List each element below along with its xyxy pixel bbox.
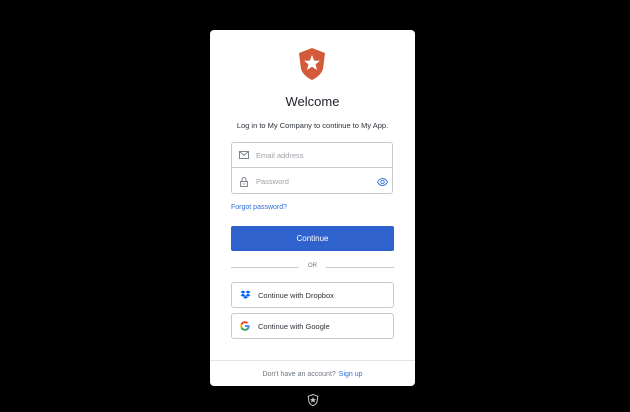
company-logo-icon bbox=[299, 48, 325, 80]
password-input[interactable] bbox=[256, 171, 372, 192]
google-button-label: Continue with Google bbox=[258, 321, 330, 331]
continue-with-google-button[interactable]: Continue with Google bbox=[231, 313, 394, 339]
divider-line-right bbox=[326, 267, 394, 268]
dropbox-icon bbox=[232, 290, 258, 300]
signup-prompt: Don't have an account? bbox=[262, 370, 336, 378]
email-input[interactable] bbox=[256, 145, 392, 165]
google-icon bbox=[232, 321, 258, 331]
login-card: Welcome Log in to My Company to continue… bbox=[210, 30, 415, 386]
dropbox-button-label: Continue with Dropbox bbox=[258, 290, 334, 300]
lock-icon bbox=[232, 176, 256, 187]
mail-icon bbox=[232, 151, 256, 159]
footer-shield-icon bbox=[307, 394, 319, 406]
divider-label: OR bbox=[308, 263, 317, 269]
eye-icon[interactable] bbox=[372, 177, 392, 186]
password-field-row bbox=[232, 169, 392, 194]
email-field-row bbox=[232, 143, 392, 168]
forgot-password-link[interactable]: Forgot password? bbox=[231, 204, 287, 211]
page-title: Welcome bbox=[285, 94, 340, 109]
credentials-group bbox=[231, 142, 393, 194]
page-subtitle: Log in to My Company to continue to My A… bbox=[236, 121, 389, 130]
continue-button[interactable]: Continue bbox=[231, 226, 394, 251]
signup-footer: Don't have an account? Sign up bbox=[210, 360, 415, 386]
signup-link[interactable]: Sign up bbox=[339, 371, 363, 378]
or-divider: OR bbox=[231, 262, 394, 272]
continue-with-dropbox-button[interactable]: Continue with Dropbox bbox=[231, 282, 394, 308]
